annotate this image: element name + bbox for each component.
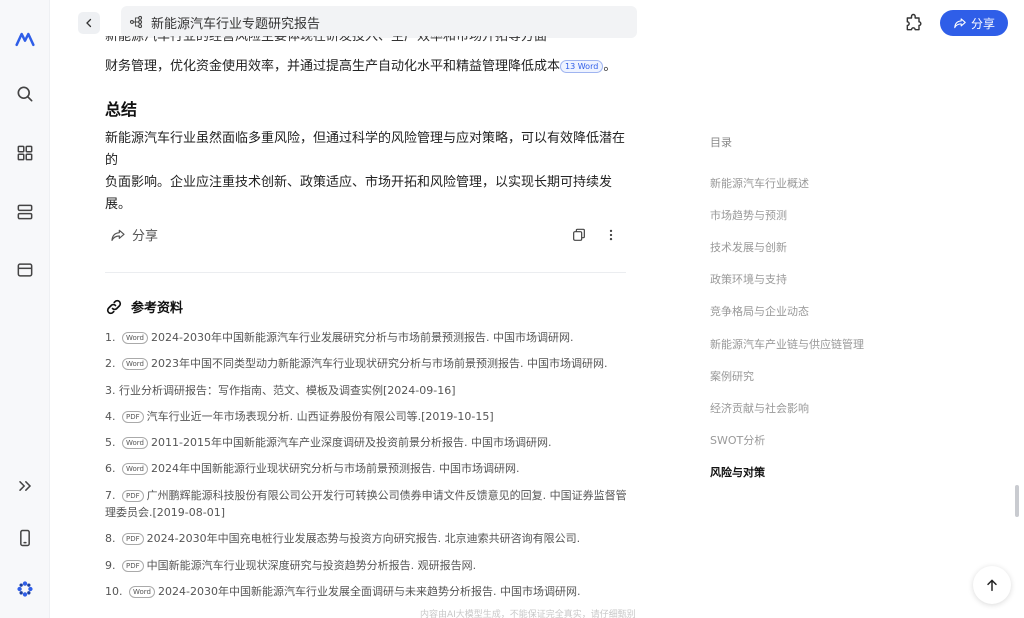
grid-icon[interactable] [12,140,38,166]
toc-item[interactable]: 新能源汽车行业概述 [710,175,809,191]
reference-item[interactable]: 6. Word 2024年中国新能源行业现状研究分析与市场前景预测报告. 中国市场… [105,460,630,477]
stack-icon[interactable] [12,199,38,225]
toc-item[interactable]: 政策环境与支持 [710,271,787,287]
left-rail [0,0,50,618]
reference-item[interactable]: 7. PDF 广州鹏辉能源科技股份有限公司公开发行可转换公司债券申请文件反馈意见的… [105,487,630,521]
share-button[interactable]: 分享 [940,10,1008,36]
share-label: 分享 [970,16,995,31]
mindmap-icon [129,15,143,29]
logo-icon[interactable] [12,26,38,52]
reference-item[interactable]: 10. Word 2024-2030年中国新能源汽车行业发展全面调研与未来趋势分析… [105,583,630,600]
scroll-to-top-button[interactable] [973,566,1011,604]
phone-icon[interactable] [12,525,38,551]
paragraph-text: 财务管理，优化资金使用效率，并通过提高生产自动化水平和精益管理降低成本 [105,59,561,74]
paragraph: 财务管理，优化资金使用效率，并通过提高生产自动化水平和精益管理降低成本 13 Wo… [105,59,617,74]
references-title: 参考资料 [131,301,184,316]
plugin-button[interactable] [903,12,925,34]
doc-type-badge: Word [122,332,148,344]
summary-line-2: 负面影响。企业应注重技术创新、政策适应、市场开拓和风险管理，以实现长期可持续发展… [105,175,613,212]
reference-item[interactable]: 1. Word 2024-2030年中国新能源汽车行业发展研究分析与市场前景预测报… [105,329,630,346]
references-heading: 参考资料 [105,297,183,316]
page-title: 新能源汽车行业专题研究报告 [151,16,321,32]
doc-type-badge: PDF [122,490,144,502]
reference-item[interactable]: 8. PDF 2024-2030年中国充电桩行业发展态势与投资方向研究报告. 北京… [105,530,630,547]
back-icon [86,18,92,28]
summary-paragraph: 新能源汽车行业虽然面临多重风险，但通过科学的风险管理与应对策略，可以有效降低潜在… [105,128,630,216]
doc-type-badge: Word [122,437,148,449]
share-icon [954,18,966,29]
ai-disclaimer: 内容由AI大模型生成，不能保证完全真实，请仔细甄别 [420,610,636,618]
toc-item[interactable]: 新能源汽车产业链与供应链管理 [710,336,864,352]
window-icon[interactable] [12,257,38,283]
arrow-up-icon [987,579,997,592]
reference-item[interactable]: 2. Word 2023年中国不同类型动力新能源汽车行业现状研究分析与市场前景预测… [105,355,630,372]
share-icon [111,229,125,241]
doc-type-badge: Word [122,463,148,475]
more-icon [609,229,613,241]
toc-item[interactable]: 案例研究 [710,368,754,384]
doc-type-badge: Word [129,586,155,598]
toc-item[interactable]: 市场趋势与预测 [710,207,787,223]
copy-icon [573,228,585,241]
toc-item[interactable]: SWOT分析 [710,432,765,448]
article-share-label: 分享 [132,229,159,244]
flower-icon[interactable] [12,576,38,602]
copy-button[interactable] [571,227,587,247]
scrollbar-thumb[interactable] [1015,485,1019,517]
summary-heading: 总结 [105,100,138,119]
summary-line-1: 新能源汽车行业虽然面临多重风险，但通过科学的风险管理与应对策略，可以有效降低潜在… [105,131,626,168]
back-button[interactable] [78,12,100,34]
doc-type-badge: PDF [122,411,144,423]
reference-item[interactable]: 4. PDF 汽车行业近一年市场表现分析. 山西证券股份有限公司等.[2019-1… [105,408,630,425]
search-icon[interactable] [12,81,38,107]
plugin-icon [906,13,922,31]
divider [105,272,626,273]
toc-title: 目录 [710,136,732,149]
reference-item[interactable]: 3. 行业分析调研报告：写作指南、范文、模板及调查实例[2024-09-16] [105,382,630,399]
reference-item[interactable]: 9. PDF 中国新能源汽车行业现状深度研究与投资趋势分析报告. 观研报告网. [105,557,630,574]
more-button[interactable] [604,227,618,247]
article-share-button[interactable]: 分享 [110,225,158,244]
doc-type-badge: PDF [122,560,144,572]
cut-off-text: 新能源汽车行业的经营风险主要体现在研发投入、生产效率和市场开拓等方面 [105,36,548,44]
toc-item[interactable]: 经济贡献与社会影响 [710,400,809,416]
title-bar[interactable]: 新能源汽车行业专题研究报告 [121,6,637,38]
expand-icon[interactable] [12,473,38,499]
toc-item[interactable]: 技术发展与创新 [710,239,787,255]
toc-item-active[interactable]: 风险与对策 [710,464,765,480]
citation-badge[interactable]: 13 Word [560,60,604,73]
app-root: 新能源汽车行业专题研究报告 分享 新能源汽车行业的经营风险主要体现在研发投入、生… [0,0,1024,618]
doc-type-badge: PDF [122,533,144,545]
reference-item[interactable]: 5. Word 2011-2015年中国新能源汽车产业深度调研及投资前景分析报告.… [105,434,630,451]
doc-type-badge: Word [122,358,148,370]
toc-item[interactable]: 竞争格局与企业动态 [710,303,809,319]
link-icon [106,299,122,314]
